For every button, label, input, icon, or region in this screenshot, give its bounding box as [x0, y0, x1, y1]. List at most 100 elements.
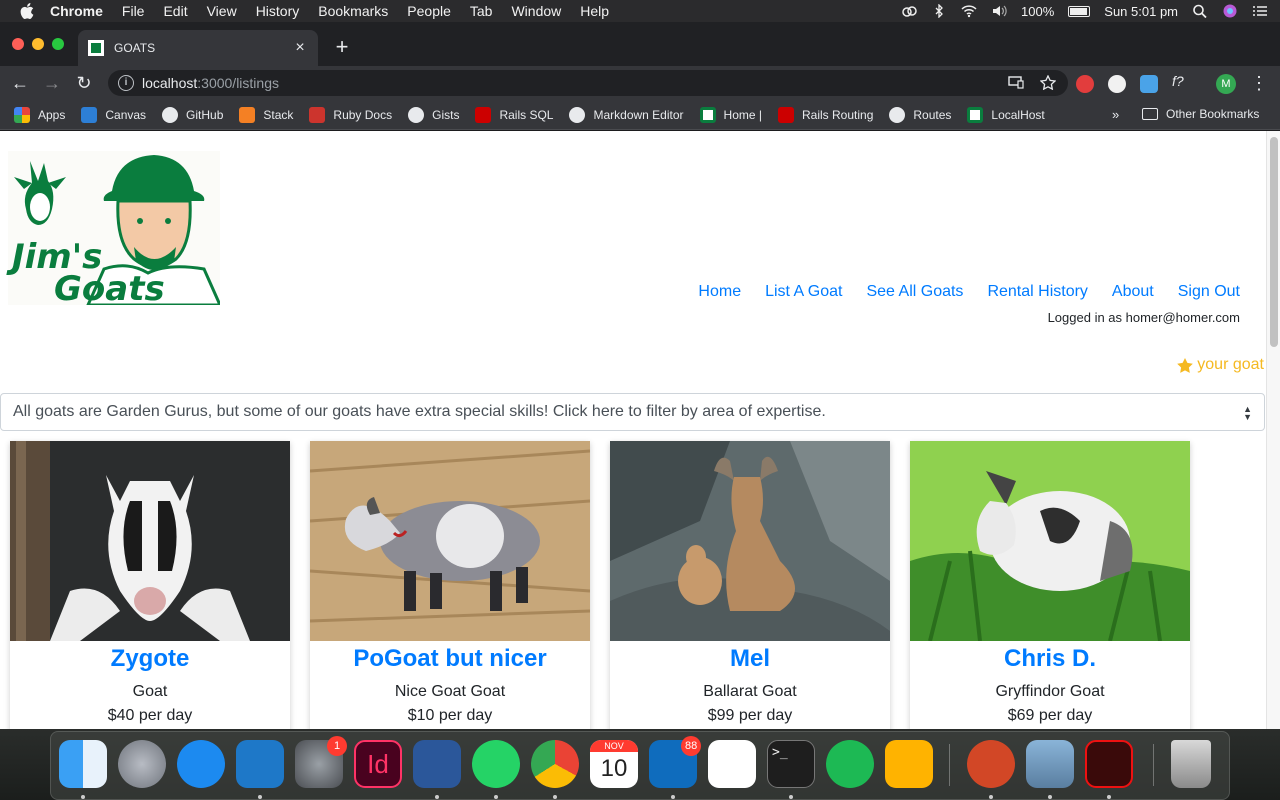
acrobat-icon[interactable]	[1085, 740, 1133, 788]
indesign-icon[interactable]: Id	[354, 740, 402, 788]
goat-name[interactable]: Zygote	[10, 645, 290, 673]
apple-icon[interactable]	[20, 3, 34, 19]
preview-icon[interactable]	[1026, 740, 1074, 788]
nav-see-all-goats[interactable]: See All Goats	[866, 283, 963, 301]
formula-extension-icon[interactable]: f?	[1172, 73, 1190, 91]
new-tab-button[interactable]: +	[330, 36, 354, 58]
site-info-icon[interactable]: i	[118, 75, 134, 91]
menu-window[interactable]: Window	[511, 3, 561, 19]
window-close-button[interactable]	[12, 38, 24, 50]
bookmark-github[interactable]: GitHub	[162, 106, 223, 123]
your-goat-legend: your goat	[1177, 356, 1264, 374]
goat-card[interactable]: Chris D. Gryffindor Goat $69 per day	[910, 441, 1190, 729]
forward-button[interactable]: →	[40, 71, 64, 95]
nav-rental-history[interactable]: Rental History	[987, 283, 1087, 301]
goat-name[interactable]: Chris D.	[910, 645, 1190, 673]
running-indicator	[258, 795, 262, 799]
goat-photo[interactable]	[910, 441, 1190, 641]
menu-file[interactable]: File	[122, 3, 145, 19]
rails-extension-icon[interactable]	[1076, 75, 1094, 93]
trash-icon[interactable]	[1171, 740, 1211, 788]
menu-help[interactable]: Help	[580, 3, 609, 19]
menu-view[interactable]: View	[207, 3, 237, 19]
ghost-extension-icon[interactable]	[1108, 75, 1126, 93]
goat-favicon-icon	[699, 106, 716, 123]
reload-button[interactable]: ↻	[72, 71, 96, 95]
bookmark-rails-sql[interactable]: Rails SQL	[475, 106, 553, 123]
bookmark-stack[interactable]: Stack	[239, 106, 293, 123]
window-zoom-button[interactable]	[52, 38, 64, 50]
tab-close-icon[interactable]: ×	[292, 39, 308, 57]
cloud-extension-icon[interactable]	[1140, 75, 1158, 93]
goat-favicon-icon	[967, 106, 984, 123]
scrollbar-thumb[interactable]	[1270, 137, 1278, 347]
finder-icon[interactable]	[59, 740, 107, 788]
bookmark-markdown-editor[interactable]: Markdown Editor	[569, 106, 684, 123]
bookmark-ruby-docs[interactable]: Ruby Docs	[309, 106, 392, 123]
nav-about[interactable]: About	[1112, 283, 1154, 301]
volume-icon[interactable]	[991, 4, 1007, 18]
bookmark-star-icon[interactable]	[1040, 75, 1056, 90]
wifi-icon[interactable]	[961, 4, 977, 18]
bookmark-rails-routing[interactable]: Rails Routing	[778, 106, 873, 123]
bookmark-localhost[interactable]: LocalHost	[967, 106, 1045, 123]
powerpoint-icon[interactable]	[967, 740, 1015, 788]
other-bookmarks-folder[interactable]: Other Bookmarks	[1142, 107, 1259, 121]
goat-photo[interactable]	[610, 441, 890, 641]
chrome-icon[interactable]	[531, 740, 579, 788]
creative-cloud-icon[interactable]	[901, 4, 917, 18]
expertise-filter-select[interactable]: All goats are Garden Gurus, but some of …	[0, 393, 1265, 431]
spotlight-search-icon[interactable]	[1192, 4, 1208, 18]
vscode-icon[interactable]	[236, 740, 284, 788]
running-indicator	[989, 795, 993, 799]
running-indicator	[1048, 795, 1052, 799]
spotify-icon[interactable]	[826, 740, 874, 788]
profile-avatar[interactable]: M	[1216, 74, 1236, 94]
menu-tab[interactable]: Tab	[470, 3, 493, 19]
goat-photo[interactable]	[310, 441, 590, 641]
nav-sign-out[interactable]: Sign Out	[1178, 283, 1240, 301]
menu-edit[interactable]: Edit	[163, 3, 187, 19]
notification-center-icon[interactable]	[1252, 4, 1268, 18]
chrome-menu-icon[interactable]: ⋮	[1250, 72, 1268, 94]
word-icon[interactable]	[413, 740, 461, 788]
calendar-month: NOV	[590, 740, 638, 752]
bookmarks-overflow-button[interactable]: »	[1112, 107, 1119, 122]
terminal-icon[interactable]: >_	[767, 740, 815, 788]
address-bar[interactable]: i localhost:3000/listings	[108, 70, 1068, 96]
app-store-icon[interactable]	[177, 740, 225, 788]
whatsapp-icon[interactable]	[472, 740, 520, 788]
menu-bookmarks[interactable]: Bookmarks	[318, 3, 388, 19]
bluetooth-icon[interactable]	[931, 4, 947, 18]
launchpad-icon[interactable]	[118, 740, 166, 788]
nav-home[interactable]: Home	[698, 283, 741, 301]
vlc-icon[interactable]	[885, 740, 933, 788]
goat-photo[interactable]	[10, 441, 290, 641]
bookmark-home[interactable]: Home |	[699, 106, 762, 123]
goat-card[interactable]: PoGoat but nicer Nice Goat Goat $10 per …	[310, 441, 590, 729]
browser-tab-goats[interactable]: GOATS ×	[78, 30, 318, 66]
cast-icon[interactable]	[1008, 75, 1024, 89]
bookmark-routes[interactable]: Routes	[889, 106, 951, 123]
back-button[interactable]: ←	[8, 71, 32, 95]
goat-name[interactable]: Mel	[610, 645, 890, 673]
menu-history[interactable]: History	[256, 3, 300, 19]
menu-app-name[interactable]: Chrome	[50, 3, 103, 19]
window-minimize-button[interactable]	[32, 38, 44, 50]
nav-list-a-goat[interactable]: List A Goat	[765, 283, 842, 301]
goat-card[interactable]: Zygote Goat $40 per day	[10, 441, 290, 729]
site-logo[interactable]: Jim's Goats	[8, 151, 223, 309]
goat-card[interactable]: Mel Ballarat Goat $99 per day	[610, 441, 890, 729]
bookmark-canvas[interactable]: Canvas	[81, 106, 146, 123]
goat-name[interactable]: PoGoat but nicer	[310, 645, 590, 673]
bookmark-apps[interactable]: Apps	[14, 106, 65, 123]
menubar-clock[interactable]: Sun 5:01 pm	[1104, 4, 1178, 19]
globe-icon	[569, 106, 586, 123]
menu-people[interactable]: People	[407, 3, 451, 19]
slack-icon[interactable]	[708, 740, 756, 788]
bookmark-gists[interactable]: Gists	[408, 106, 459, 123]
siri-icon[interactable]	[1222, 4, 1238, 18]
calendar-icon[interactable]: NOV 10	[590, 740, 638, 788]
page-scrollbar[interactable]	[1266, 131, 1280, 729]
battery-icon[interactable]	[1068, 5, 1091, 17]
